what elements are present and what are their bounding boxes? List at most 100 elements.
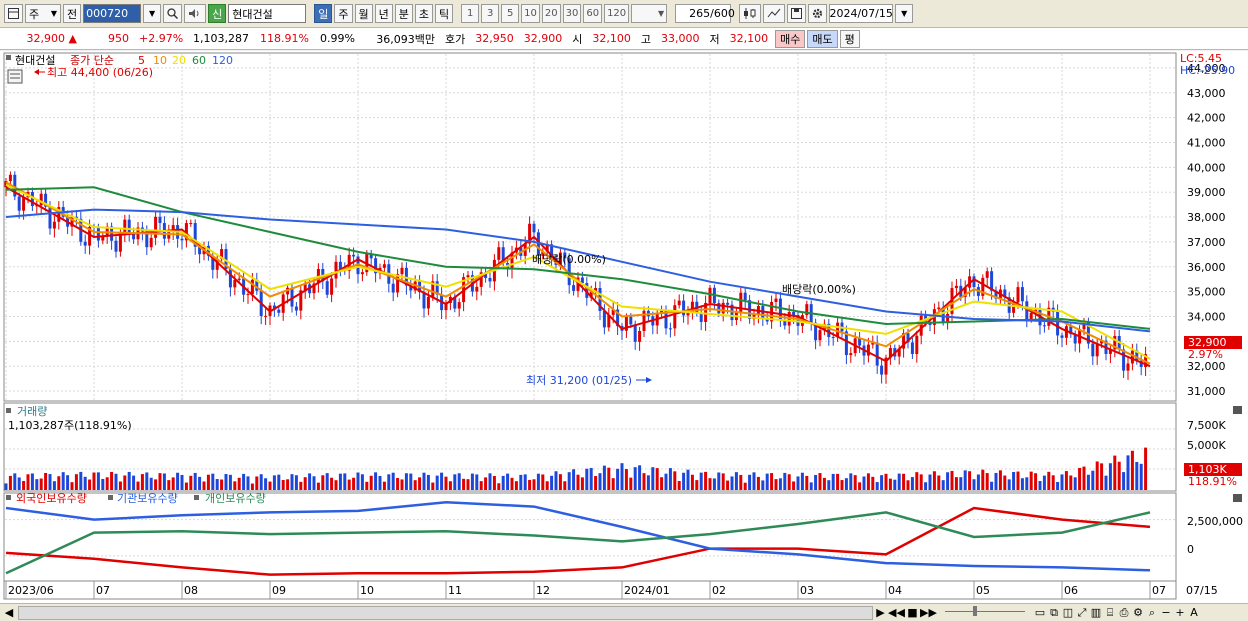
volume-bar [356,472,360,490]
volume-bar [426,474,430,490]
grid-icon[interactable] [4,4,23,23]
type-select[interactable]: 주 ▼ [25,4,61,23]
interval-3-button[interactable]: 3 [481,4,500,23]
interval-120-button[interactable]: 120 [604,4,630,23]
volume-bar [897,473,901,490]
zoom-minus-button[interactable]: − [1159,606,1173,619]
period-yearly-button[interactable]: 년 [374,4,393,23]
close-icon[interactable] [1233,406,1242,414]
volume-bar [246,476,250,490]
fit-icon[interactable]: ⌸ [1103,606,1117,620]
volume-bar [448,481,452,490]
rewind-icon[interactable]: ◀◀ [888,606,905,619]
zoom-plus-button[interactable]: + [1173,606,1187,619]
stock-chart[interactable]: 44,00043,00042,00041,00040,00039,00038,0… [0,51,1248,603]
volume-bar [17,477,21,490]
volume-bar [1069,475,1073,490]
volume-bar [818,473,822,490]
period-monthly-button[interactable]: 월 [354,4,373,23]
volume-bar [13,473,17,490]
volume-bar [844,478,848,490]
volume-bar [171,477,175,490]
expand-icon[interactable]: ⤢ [1075,606,1089,620]
chart-area[interactable]: 44,000 43,000 42,000 41,000 40,000 39,000 38,0… [0,51,1248,603]
volume-bar [422,472,426,490]
volume-bar [954,477,958,490]
volume-bar [92,472,96,490]
x-axis-label: 02 [712,584,726,597]
bar-chart-icon[interactable]: ▥ [1089,606,1103,619]
candle-body [352,254,356,257]
play-icon[interactable]: ▶ [873,606,888,619]
stock-code-input[interactable]: 000720 [83,4,142,23]
volume-bar [114,473,118,490]
custom-interval-select[interactable]: ▼ [631,4,668,23]
volume-bar [932,471,936,490]
interval-60-button[interactable]: 60 [583,4,603,23]
volume-bar [259,474,263,490]
period-tick-button[interactable]: 틱 [435,4,454,23]
volume-bar [382,481,386,490]
date-field[interactable]: 2024/07/15 [829,4,894,23]
candle-body [96,226,100,241]
zoom-in-icon[interactable]: ⌕ [1145,606,1159,620]
high-price: 33,000 [661,32,700,45]
period-weekly-button[interactable]: 주 [334,4,353,23]
code-dropdown-button[interactable]: ▼ [143,4,162,23]
candle-body [875,342,879,366]
price-tick-label: 39,000 [1187,186,1226,199]
split-icon[interactable]: ◫ [1061,606,1075,619]
interval-30-button[interactable]: 30 [562,4,582,23]
copy-icon[interactable]: ⧉ [1047,606,1061,620]
horizontal-scrollbar[interactable] [18,605,873,620]
sell-button[interactable]: 매도 [807,29,838,48]
new-badge[interactable]: 신 [208,4,227,23]
stop-icon[interactable]: ■ [905,606,920,619]
search-icon[interactable] [163,4,183,23]
scroll-left-icon[interactable]: ◀ [2,606,16,620]
price-tick-label: 37,000 [1187,236,1226,249]
fast-forward-icon[interactable]: ▶▶ [920,606,937,619]
x-axis-label: 03 [800,584,814,597]
settings-icon[interactable]: ⚙ [1131,606,1145,619]
average-button[interactable]: 평 [839,29,860,48]
volume-bar [30,473,34,490]
interval-20-button[interactable]: 20 [541,4,561,23]
volume-bar [668,468,672,490]
volume-bar [1016,471,1020,490]
interval-5-button[interactable]: 5 [501,4,520,23]
volume-bar [866,473,870,490]
close-icon[interactable] [1233,494,1242,502]
count-max: /600 [710,7,735,20]
zoom-slider-thumb[interactable] [973,605,977,616]
candle-body [422,292,426,309]
candle-body [1042,325,1046,327]
line-tool-icon[interactable] [763,4,786,23]
volume-bar [224,474,228,490]
volume-bar [585,468,589,490]
speaker-icon[interactable] [184,4,207,23]
interval-10-button[interactable]: 10 [521,4,540,23]
gear-icon[interactable] [808,4,828,23]
candle-body [668,328,672,330]
price-change: 950 [108,32,129,45]
count-field[interactable]: 265/600 [675,4,735,23]
zoom-slider[interactable] [945,605,1025,616]
interval-1-button[interactable]: 1 [461,4,480,23]
font-size-button[interactable]: A [1187,606,1201,619]
buy-button[interactable]: 매수 [775,29,806,48]
current-price: 32,900 ▲ [0,32,82,45]
print-icon[interactable]: ⎙ [1117,606,1131,620]
volume-bar [228,474,232,490]
period-daily-button[interactable]: 일 [314,4,333,23]
calendar-button[interactable]: ▼ [895,4,914,23]
period-second-button[interactable]: 초 [414,4,433,23]
candle-icon[interactable] [739,4,762,23]
volume-bar [501,475,505,490]
prev-button[interactable]: 전 [63,4,82,23]
calculator-icon[interactable] [7,69,23,84]
period-minute-button[interactable]: 분 [394,4,413,23]
volume-bar [554,471,558,490]
save-icon[interactable] [787,4,807,23]
layout-icon[interactable]: ▭ [1033,606,1047,619]
